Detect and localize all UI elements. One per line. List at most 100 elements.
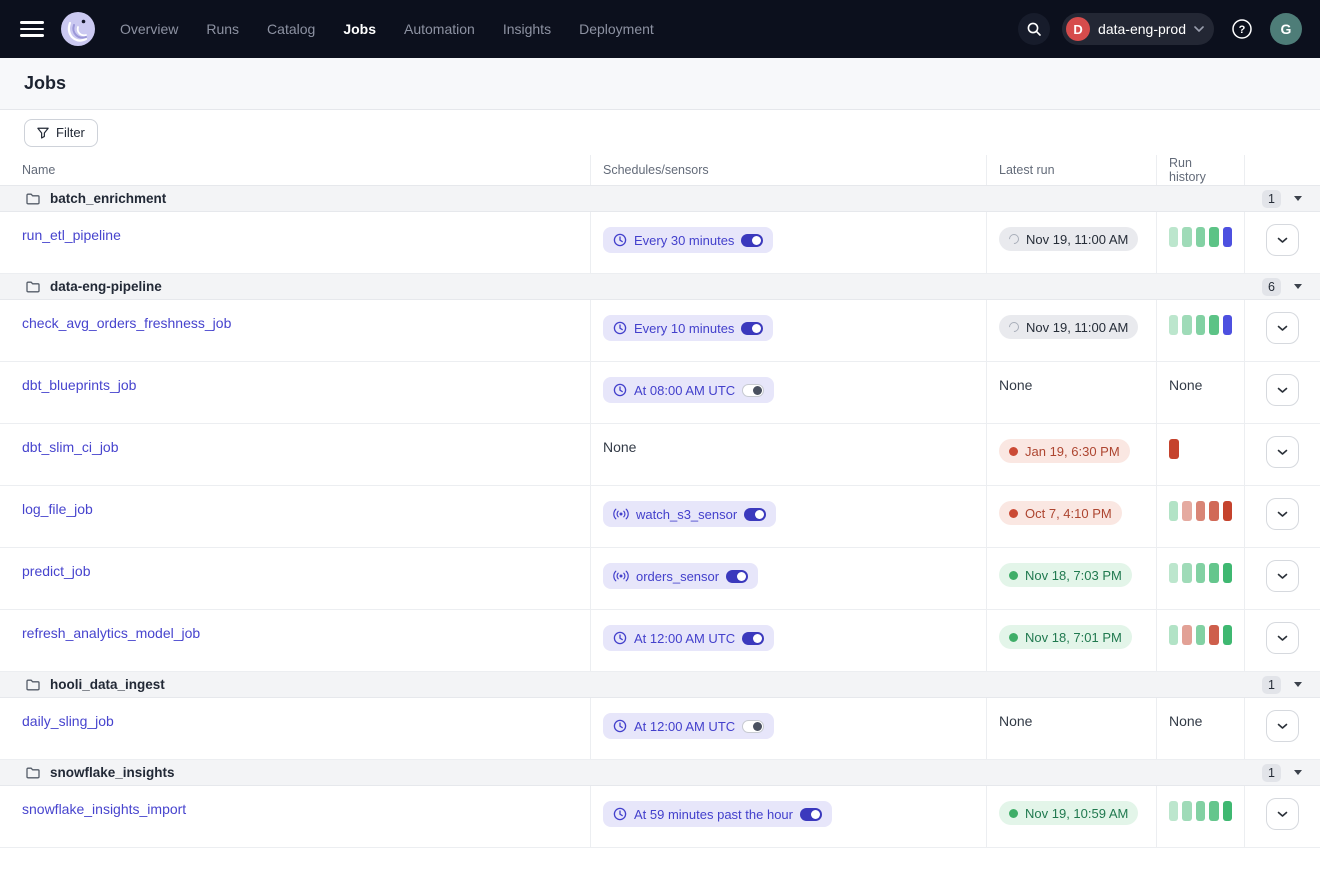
run-history-bar[interactable] [1223,501,1232,521]
job-link[interactable]: daily_sling_job [22,713,114,729]
run-history-bars[interactable] [1169,315,1232,335]
filter-button[interactable]: Filter [24,119,98,147]
nav-item-deployment[interactable]: Deployment [579,21,654,37]
job-link[interactable]: dbt_slim_ci_job [22,439,119,455]
expand-row-button[interactable] [1266,498,1299,530]
schedule-toggle[interactable] [742,632,764,645]
search-button[interactable] [1018,13,1050,45]
run-history-bar[interactable] [1209,227,1218,247]
run-history-bar[interactable] [1182,227,1191,247]
schedule-pill[interactable]: At 59 minutes past the hour [603,801,832,827]
run-history-bar[interactable] [1223,801,1232,821]
job-link[interactable]: log_file_job [22,501,93,517]
run-history-bar[interactable] [1196,315,1205,335]
schedule-toggle[interactable] [800,808,822,821]
run-history-bar[interactable] [1209,501,1218,521]
nav-item-overview[interactable]: Overview [120,21,178,37]
run-history-bar[interactable] [1182,501,1191,521]
group-row[interactable]: data-eng-pipeline6 [0,274,1320,300]
run-history-bar[interactable] [1223,315,1232,335]
run-history-bar[interactable] [1223,625,1232,645]
expand-row-button[interactable] [1266,622,1299,654]
run-history-bar[interactable] [1169,227,1178,247]
group-row[interactable]: hooli_data_ingest1 [0,672,1320,698]
expand-row-button[interactable] [1266,312,1299,344]
latest-run-pill[interactable]: Nov 19, 10:59 AM [999,801,1138,825]
schedule-pill[interactable]: At 12:00 AM UTC [603,713,774,739]
run-history-bar[interactable] [1169,501,1178,521]
latest-run-pill[interactable]: Jan 19, 6:30 PM [999,439,1130,463]
run-history-bar[interactable] [1182,625,1191,645]
run-history-bars[interactable] [1169,501,1232,521]
run-history-bar[interactable] [1196,563,1205,583]
run-history-bars[interactable] [1169,801,1232,821]
run-history-bar[interactable] [1169,801,1178,821]
schedule-toggle[interactable] [744,508,766,521]
job-link[interactable]: dbt_blueprints_job [22,377,136,393]
nav-item-catalog[interactable]: Catalog [267,21,315,37]
group-row[interactable]: snowflake_insights1 [0,760,1320,786]
latest-run-pill[interactable]: Nov 19, 11:00 AM [999,227,1138,251]
run-history-bar[interactable] [1209,563,1218,583]
run-history-bar[interactable] [1196,625,1205,645]
job-link[interactable]: predict_job [22,563,91,579]
schedule-pill[interactable]: Every 30 minutes [603,227,773,253]
job-link[interactable]: refresh_analytics_model_job [22,625,200,641]
schedule-toggle[interactable] [742,720,764,733]
run-history-bar[interactable] [1182,315,1191,335]
run-history-bar[interactable] [1209,315,1218,335]
schedule-toggle[interactable] [726,570,748,583]
run-history-bars[interactable] [1169,625,1232,645]
collapse-caret-icon[interactable] [1294,770,1302,775]
schedule-pill[interactable]: watch_s3_sensor [603,501,776,527]
nav-item-insights[interactable]: Insights [503,21,551,37]
user-avatar[interactable]: G [1270,13,1302,45]
schedule-toggle[interactable] [741,322,763,335]
run-history-bars[interactable] [1169,563,1232,583]
run-history-bar[interactable] [1169,439,1179,459]
schedule-toggle[interactable] [742,384,764,397]
collapse-caret-icon[interactable] [1294,196,1302,201]
run-history-bar[interactable] [1196,801,1205,821]
run-history-bar[interactable] [1169,563,1178,583]
nav-item-runs[interactable]: Runs [206,21,239,37]
collapse-caret-icon[interactable] [1294,682,1302,687]
schedule-pill[interactable]: At 12:00 AM UTC [603,625,774,651]
expand-row-button[interactable] [1266,798,1299,830]
run-history-bar[interactable] [1196,501,1205,521]
run-history-bar[interactable] [1182,563,1191,583]
run-history-bar[interactable] [1182,801,1191,821]
run-history-bar[interactable] [1223,563,1232,583]
help-button[interactable]: ? [1226,13,1258,45]
schedule-pill[interactable]: orders_sensor [603,563,758,589]
run-history-bar[interactable] [1209,801,1218,821]
latest-run-pill[interactable]: Oct 7, 4:10 PM [999,501,1122,525]
run-history-bars[interactable] [1169,439,1232,459]
expand-row-button[interactable] [1266,560,1299,592]
run-history-bar[interactable] [1196,227,1205,247]
schedule-pill[interactable]: Every 10 minutes [603,315,773,341]
expand-row-button[interactable] [1266,436,1299,468]
job-link[interactable]: check_avg_orders_freshness_job [22,315,231,331]
schedule-toggle[interactable] [741,234,763,247]
expand-row-button[interactable] [1266,710,1299,742]
expand-row-button[interactable] [1266,374,1299,406]
workspace-switcher[interactable]: D data-eng-prod [1062,13,1214,45]
latest-run-pill[interactable]: Nov 18, 7:01 PM [999,625,1132,649]
run-history-bar[interactable] [1169,625,1178,645]
expand-row-button[interactable] [1266,224,1299,256]
run-history-bar[interactable] [1223,227,1232,247]
menu-icon[interactable] [20,17,44,41]
dagster-logo-icon[interactable] [60,11,96,47]
schedule-pill[interactable]: At 08:00 AM UTC [603,377,774,403]
nav-item-jobs[interactable]: Jobs [343,21,376,37]
group-row[interactable]: batch_enrichment1 [0,186,1320,212]
run-history-bar[interactable] [1169,315,1178,335]
run-history-bar[interactable] [1209,625,1218,645]
latest-run-pill[interactable]: Nov 18, 7:03 PM [999,563,1132,587]
job-link[interactable]: snowflake_insights_import [22,801,186,817]
run-history-bars[interactable] [1169,227,1232,247]
latest-run-pill[interactable]: Nov 19, 11:00 AM [999,315,1138,339]
nav-item-automation[interactable]: Automation [404,21,475,37]
job-link[interactable]: run_etl_pipeline [22,227,121,243]
